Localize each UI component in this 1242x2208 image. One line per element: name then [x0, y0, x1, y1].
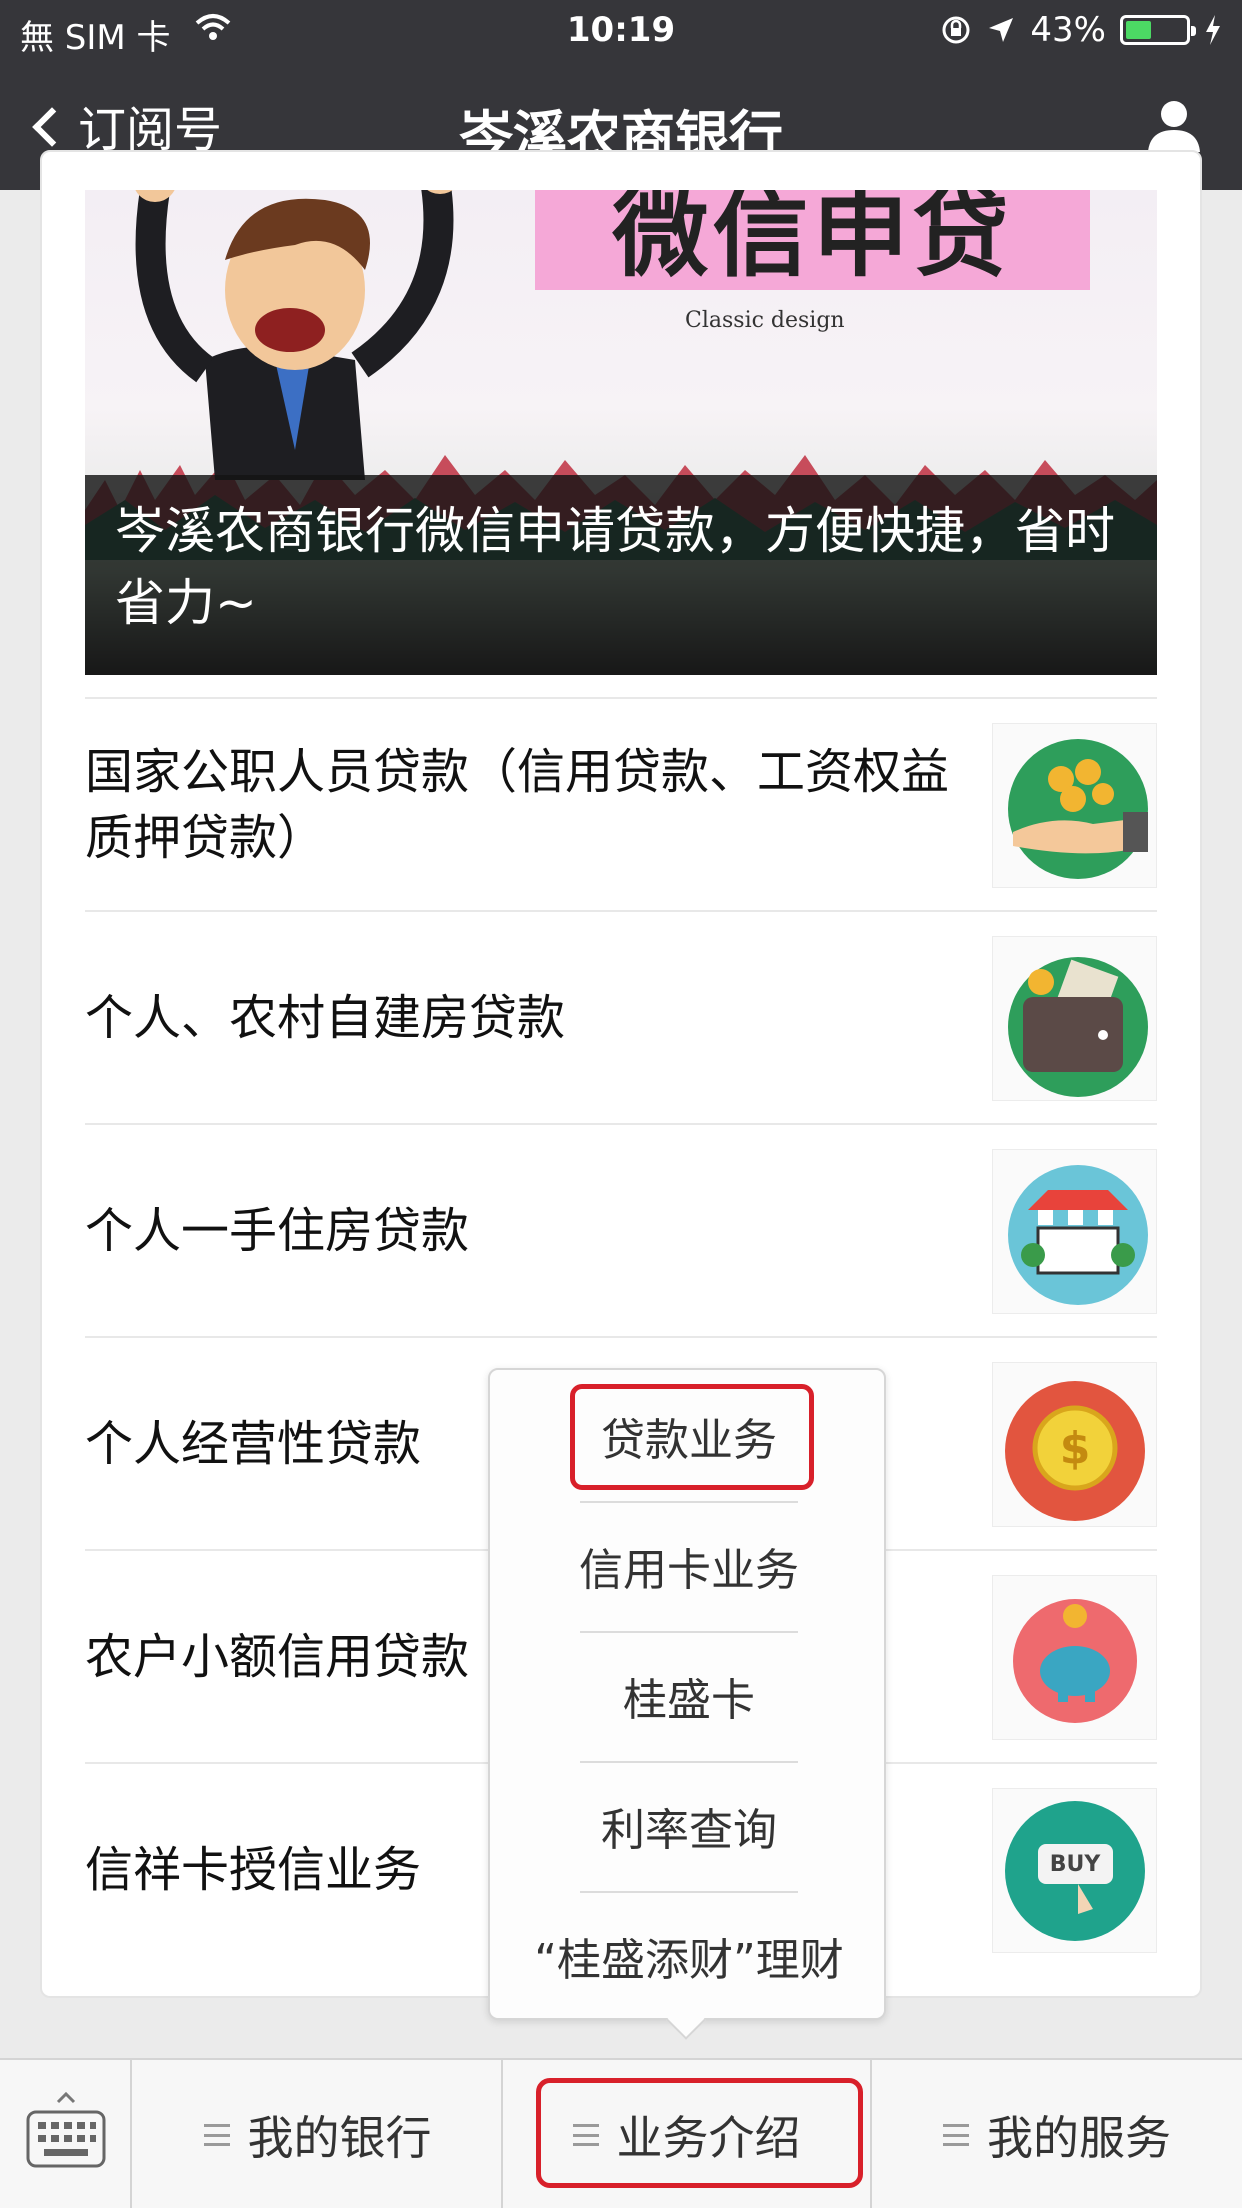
battery-icon	[1120, 15, 1196, 45]
list-item-title: 个人一手住房贷款	[85, 1202, 470, 1259]
profile-icon[interactable]	[1144, 96, 1204, 156]
charging-bolt-icon	[1206, 15, 1220, 45]
list-item[interactable]: 国家公职人员贷款（信用贷款、工资权益质押贷款）	[85, 697, 1157, 910]
list-item[interactable]: 个人一手住房贷款	[85, 1123, 1157, 1336]
banner-caption: 岑溪农商银行微信申请贷款，方便快捷，省时省力~	[85, 475, 1157, 675]
wallet-icon	[992, 936, 1157, 1101]
svg-text:$: $	[1060, 1423, 1091, 1474]
tab-label: 我的银行	[247, 2111, 432, 2165]
orientation-lock-icon	[942, 16, 970, 44]
cartoon-man-illustration	[135, 190, 454, 480]
banner-design-text: Classic design	[685, 308, 845, 333]
list-item-title: 国家公职人员贷款（信用贷款、工资权益质押贷款）	[85, 743, 950, 866]
tab-my-bank[interactable]: 我的银行	[134, 2060, 501, 2208]
list-item[interactable]: 个人、农村自建房贷款	[85, 910, 1157, 1123]
banner-headline: 微信申贷	[612, 190, 1013, 290]
status-right: 43%	[940, 10, 1222, 50]
submenu-item-guisheng-card[interactable]: 桂盛卡	[490, 1632, 888, 1760]
svg-text:BUY: BUY	[1050, 1852, 1102, 1877]
banner-article[interactable]: 微信申贷 Classic design 岑溪农商银行微信申请贷款，方便快捷，省时…	[85, 190, 1157, 675]
piggy-bank-icon	[992, 1575, 1157, 1740]
dollar-coin-icon: $	[992, 1362, 1157, 1527]
keyboard-toggle-button[interactable]	[0, 2060, 132, 2208]
submenu-item-wealth[interactable]: “桂盛添财”理财	[490, 1892, 888, 2020]
highlight-box-business-tab	[536, 2078, 863, 2188]
storefront-icon	[992, 1149, 1157, 1314]
battery-percent: 43%	[1030, 10, 1106, 50]
location-arrow-icon	[989, 18, 1014, 42]
submenu-item-rate-query[interactable]: 利率查询	[490, 1762, 888, 1890]
tab-my-services[interactable]: 我的服务	[872, 2060, 1242, 2208]
buy-button-icon: BUY	[992, 1788, 1157, 1953]
menu-lines-icon	[943, 2124, 969, 2146]
list-item-title: 个人、农村自建房贷款	[85, 989, 566, 1046]
highlight-box-loan	[570, 1384, 814, 1490]
submenu-item-credit-card[interactable]: 信用卡业务	[490, 1502, 888, 1630]
coins-hand-icon	[992, 723, 1157, 888]
status-bar: 無 SIM 卡 10:19 43%	[0, 0, 1242, 62]
tab-label: 我的服务	[987, 2111, 1171, 2165]
menu-lines-icon	[203, 2124, 230, 2146]
keyboard-icon	[26, 2092, 106, 2168]
